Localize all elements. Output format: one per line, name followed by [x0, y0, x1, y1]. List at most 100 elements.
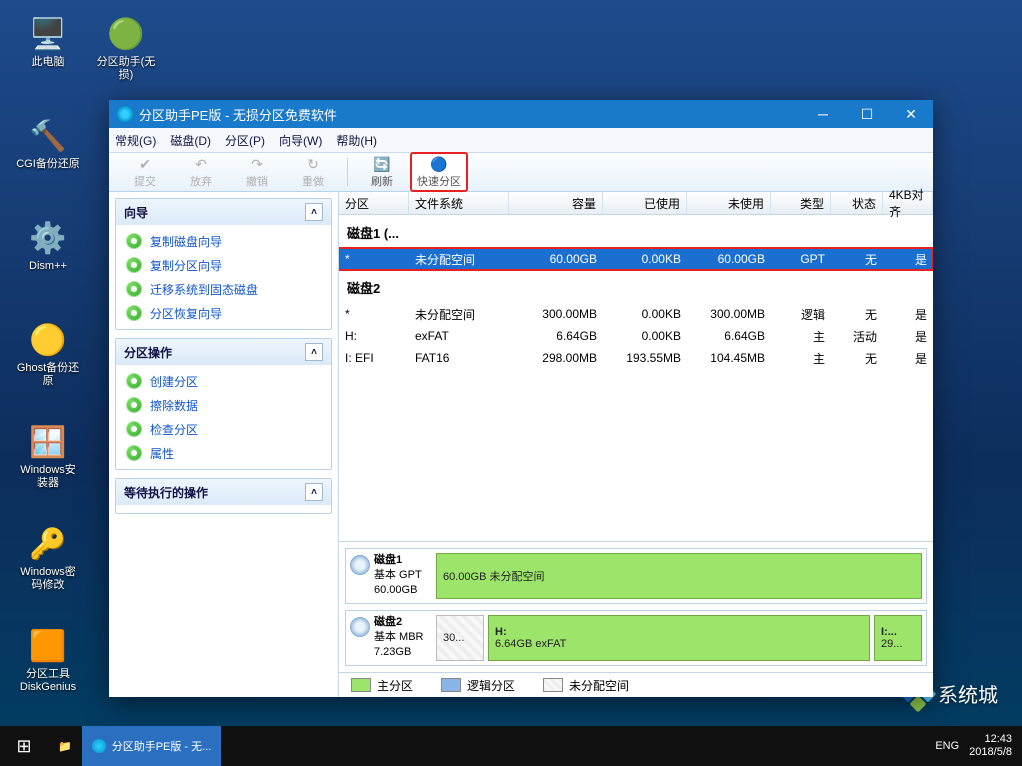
side-panel: 等待执行的操作˄: [115, 478, 332, 514]
grid-header: 分区文件系统容量已使用未使用类型状态4KB对齐: [339, 192, 933, 215]
panel-item[interactable]: 分区恢复向导: [116, 301, 331, 325]
titlebar[interactable]: 分区助手PE版 - 无损分区免费软件 ─ ☐ ✕: [109, 100, 933, 128]
desktop-glyph-icon: 🟧: [28, 626, 68, 666]
toolbar-glyph-icon: ✔: [136, 156, 154, 172]
disk-visual: 磁盘1基本 GPT60.00GB60.00GB 未分配空间磁盘2基本 MBR7.…: [339, 541, 933, 672]
side-panel: 向导˄ 复制磁盘向导复制分区向导迁移系统到固态磁盘分区恢复向导: [115, 198, 332, 330]
maximize-button[interactable]: ☐: [845, 100, 889, 128]
desktop-icon[interactable]: 🔑Windows密码修改: [10, 524, 86, 592]
item-icon: [126, 257, 142, 273]
panel-item[interactable]: 复制分区向导: [116, 253, 331, 277]
panel-item[interactable]: 创建分区: [116, 369, 331, 393]
toolbar-glyph-icon: ↻: [304, 156, 322, 172]
sidebar: 向导˄ 复制磁盘向导复制分区向导迁移系统到固态磁盘分区恢复向导分区操作˄ 创建分区擦…: [109, 192, 339, 697]
menu-item[interactable]: 常规(G): [115, 132, 156, 149]
side-panel: 分区操作˄ 创建分区擦除数据检查分区属性: [115, 338, 332, 470]
toolbar-提交: ✔提交: [117, 153, 173, 191]
desktop-glyph-icon: ⚙️: [28, 218, 68, 258]
item-icon: [126, 445, 142, 461]
partition-bar[interactable]: I:...29...: [874, 615, 922, 661]
close-button[interactable]: ✕: [889, 100, 933, 128]
partition-row[interactable]: *未分配空间60.00GB0.00KB60.00GBGPT无是: [339, 248, 933, 270]
panel-item[interactable]: 擦除数据: [116, 393, 331, 417]
column-header[interactable]: 未使用: [687, 192, 771, 214]
taskbar-explorer[interactable]: 📁: [48, 726, 82, 766]
desktop-icon[interactable]: 🖥️此电脑: [10, 14, 86, 69]
disk-icon: [350, 555, 370, 575]
taskbar-app[interactable]: 分区助手PE版 - 无...: [82, 726, 222, 766]
panel-collapse-icon[interactable]: ˄: [305, 483, 323, 501]
column-header[interactable]: 已使用: [603, 192, 687, 214]
partition-bar[interactable]: 30...: [436, 615, 484, 661]
item-icon: [126, 233, 142, 249]
legend-item: 逻辑分区: [441, 677, 515, 694]
desktop-glyph-icon: 🖥️: [28, 14, 68, 54]
panel-collapse-icon[interactable]: ˄: [305, 343, 323, 361]
disk-header[interactable]: 磁盘1 (...: [339, 215, 933, 248]
desktop-glyph-icon: 🟢: [106, 14, 146, 54]
menu-item[interactable]: 磁盘(D): [170, 132, 211, 149]
panel-item[interactable]: 复制磁盘向导: [116, 229, 331, 253]
panel-item[interactable]: 属性: [116, 441, 331, 465]
taskbar: ⊞ 📁 分区助手PE版 - 无... ENG 12:43 2018/5/8: [0, 726, 1022, 766]
partition-row[interactable]: *未分配空间300.00MB0.00KB300.00MB逻辑无是: [339, 303, 933, 325]
desktop-icon[interactable]: 🪟Windows安装器: [10, 422, 86, 490]
column-header[interactable]: 类型: [771, 192, 831, 214]
item-icon: [126, 281, 142, 297]
toolbar-glyph-icon: 🔄: [373, 156, 391, 172]
partition-row[interactable]: H:exFAT6.64GB0.00KB6.64GB主活动是: [339, 325, 933, 347]
partition-list[interactable]: 磁盘1 (...*未分配空间60.00GB0.00KB60.00GBGPT无是磁…: [339, 215, 933, 541]
main-area: 分区文件系统容量已使用未使用类型状态4KB对齐 磁盘1 (...*未分配空间60…: [339, 192, 933, 697]
toolbar: ✔提交↶放弃↷撤销↻重做 🔄刷新🔵快速分区: [109, 153, 933, 192]
column-header[interactable]: 状态: [831, 192, 883, 214]
panel-item[interactable]: 迁移系统到固态磁盘: [116, 277, 331, 301]
column-header[interactable]: 容量: [509, 192, 603, 214]
toolbar-刷新[interactable]: 🔄刷新: [354, 153, 410, 191]
item-icon: [126, 305, 142, 321]
desktop-icon[interactable]: 🔨CGI备份还原: [10, 116, 86, 171]
column-header[interactable]: 文件系统: [409, 192, 509, 214]
panel-collapse-icon[interactable]: ˄: [305, 203, 323, 221]
menu-item[interactable]: 向导(W): [279, 132, 322, 149]
tray-clock[interactable]: 12:43 2018/5/8: [969, 733, 1012, 759]
toolbar-撤销: ↷撤销: [229, 153, 285, 191]
panel-header[interactable]: 等待执行的操作˄: [116, 479, 331, 505]
desktop-glyph-icon: 🔑: [28, 524, 68, 564]
desktop-icon[interactable]: 🟡Ghost备份还原: [10, 320, 86, 388]
desktop-icon[interactable]: 🟢分区助手(无损): [88, 14, 164, 82]
toolbar-glyph-icon: ↶: [192, 156, 210, 172]
app-window: 分区助手PE版 - 无损分区免费软件 ─ ☐ ✕ 常规(G) 磁盘(D) 分区(P)…: [109, 100, 933, 697]
app-icon: [117, 106, 133, 122]
toolbar-重做: ↻重做: [285, 153, 341, 191]
toolbar-放弃: ↶放弃: [173, 153, 229, 191]
start-button[interactable]: ⊞: [0, 726, 48, 766]
column-header[interactable]: 分区: [339, 192, 409, 214]
system-tray[interactable]: ENG 12:43 2018/5/8: [925, 733, 1022, 759]
column-header[interactable]: 4KB对齐: [883, 192, 933, 214]
partition-row[interactable]: I: EFIFAT16298.00MB193.55MB104.45MB主无是: [339, 347, 933, 369]
desktop-glyph-icon: 🪟: [28, 422, 68, 462]
item-icon: [126, 421, 142, 437]
toolbar-快速分区[interactable]: 🔵快速分区: [410, 152, 468, 192]
disk-visual-row: 磁盘2基本 MBR7.23GB30...H:6.64GB exFATI:...2…: [345, 610, 927, 666]
minimize-button[interactable]: ─: [801, 100, 845, 128]
toolbar-glyph-icon: 🔵: [430, 156, 448, 172]
desktop-glyph-icon: 🔨: [28, 116, 68, 156]
disk-header[interactable]: 磁盘2: [339, 270, 933, 303]
panel-header[interactable]: 向导˄: [116, 199, 331, 225]
legend: 主分区逻辑分区未分配空间: [339, 672, 933, 697]
desktop-icon[interactable]: ⚙️Dism++: [10, 218, 86, 273]
toolbar-glyph-icon: ↷: [248, 156, 266, 172]
panel-header[interactable]: 分区操作˄: [116, 339, 331, 365]
desktop-glyph-icon: 🟡: [28, 320, 68, 360]
partition-bar[interactable]: H:6.64GB exFAT: [488, 615, 870, 661]
menu-item[interactable]: 帮助(H): [336, 132, 377, 149]
partition-bar[interactable]: 60.00GB 未分配空间: [436, 553, 922, 599]
tray-lang[interactable]: ENG: [935, 740, 959, 752]
menu-item[interactable]: 分区(P): [225, 132, 265, 149]
panel-item[interactable]: 检查分区: [116, 417, 331, 441]
desktop-icon[interactable]: 🟧分区工具DiskGenius: [10, 626, 86, 694]
disk-visual-row: 磁盘1基本 GPT60.00GB60.00GB 未分配空间: [345, 548, 927, 604]
item-icon: [126, 397, 142, 413]
window-title: 分区助手PE版 - 无损分区免费软件: [139, 105, 337, 124]
